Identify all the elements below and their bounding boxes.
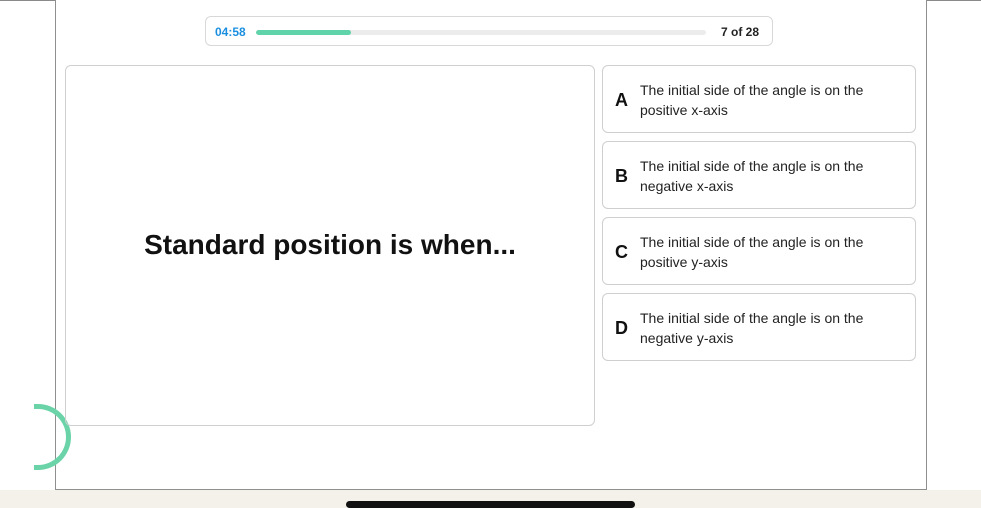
option-a-letter: A	[615, 90, 628, 110]
quiz-screen: 04:58 7 of 28 Standard position is when.…	[0, 0, 981, 508]
option-a[interactable]: A The initial side of the angle is on th…	[602, 65, 916, 133]
option-b[interactable]: B The initial side of the angle is on th…	[602, 141, 916, 209]
timer: 04:58	[215, 25, 246, 39]
option-c-text: The initial side of the angle is on the …	[640, 234, 864, 270]
option-c-letter: C	[615, 242, 628, 262]
option-b-letter: B	[615, 166, 628, 186]
option-d[interactable]: D The initial side of the angle is on th…	[602, 293, 916, 361]
progress-fill	[256, 30, 351, 35]
question-counter: 7 of 28	[720, 25, 759, 39]
option-b-text: The initial side of the angle is on the …	[640, 158, 864, 194]
option-a-text: The initial side of the angle is on the …	[640, 82, 864, 118]
question-card: Standard position is when...	[65, 65, 595, 426]
question-text: Standard position is when...	[144, 229, 516, 261]
home-indicator[interactable]	[346, 501, 635, 508]
progress-track	[256, 30, 706, 35]
option-d-letter: D	[615, 318, 628, 338]
option-d-text: The initial side of the angle is on the …	[640, 310, 864, 346]
option-c[interactable]: C The initial side of the angle is on th…	[602, 217, 916, 285]
quiz-topbar: 04:58 7 of 28	[205, 16, 773, 46]
